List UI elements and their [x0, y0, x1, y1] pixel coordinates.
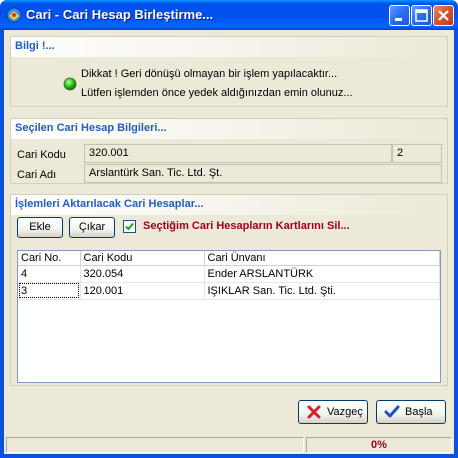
- column-header-account-code[interactable]: Cari Kodu: [80, 251, 205, 266]
- cell-account-no[interactable]: 4: [18, 265, 81, 283]
- cell-account-title[interactable]: Ender ARSLANTÜRK: [204, 265, 440, 283]
- delete-cards-checkbox[interactable]: [123, 220, 136, 233]
- info-group-header: Bilgi !...: [15, 40, 55, 52]
- cancel-label: Vazgeç: [327, 406, 363, 418]
- status-bar: 0%: [4, 435, 454, 454]
- selected-account-group: Seçilen Cari Hesap Bilgileri... Cari Kod…: [10, 118, 448, 184]
- checkmark-icon: [125, 222, 134, 231]
- status-light-icon: [63, 77, 77, 91]
- main-window: Cari - Cari Hesap Birleştirme... Bilgi !…: [0, 0, 458, 458]
- backup-notice-text: Lütfen işlemden önce yedek aldığınızdan …: [81, 87, 353, 99]
- account-code-label: Cari Kodu: [17, 149, 66, 161]
- add-button[interactable]: Ekle: [17, 217, 63, 238]
- remove-button[interactable]: Çıkar: [69, 217, 115, 238]
- accounts-grid[interactable]: Cari No. Cari Kodu Cari Ünvanı 4 320.054…: [17, 250, 441, 383]
- cell-account-code[interactable]: 320.054: [80, 265, 205, 283]
- progress-percent: 0%: [371, 439, 387, 451]
- title-bar[interactable]: Cari - Cari Hesap Birleştirme...: [0, 0, 458, 30]
- cell-account-no[interactable]: 3: [18, 282, 81, 300]
- maximize-button[interactable]: [411, 5, 432, 26]
- account-code-field: 320.001: [84, 144, 392, 163]
- start-label: Başla: [405, 406, 433, 418]
- cell-account-title[interactable]: IŞIKLAR San. Tic. Ltd. Şti.: [204, 282, 440, 300]
- minimize-icon: [395, 18, 402, 21]
- cell-account-code[interactable]: 120.001: [80, 282, 205, 300]
- maximize-icon: [415, 9, 428, 22]
- transfer-accounts-group: İşlemleri Aktarılacak Cari Hesaplar... E…: [10, 194, 448, 386]
- minimize-button[interactable]: [389, 5, 410, 26]
- account-number-field: 2: [392, 144, 442, 163]
- transfer-accounts-header: İşlemleri Aktarılacak Cari Hesaplar...: [15, 198, 204, 210]
- cancel-icon: [307, 405, 321, 419]
- app-icon: [6, 7, 22, 23]
- table-row[interactable]: 3 120.001 IŞIKLAR San. Tic. Ltd. Şti.: [18, 282, 440, 300]
- status-pane-message: [6, 437, 304, 453]
- warning-text: Dikkat ! Geri dönüşü olmayan bir işlem y…: [81, 68, 338, 80]
- account-name-label: Cari Adı: [17, 169, 57, 181]
- selected-account-header: Seçilen Cari Hesap Bilgileri...: [15, 122, 167, 134]
- column-header-account-no[interactable]: Cari No.: [18, 251, 81, 266]
- delete-cards-label[interactable]: Seçtiğim Cari Hesapların Kartlarını Sil.…: [143, 220, 350, 232]
- start-button[interactable]: Başla: [376, 400, 446, 424]
- close-icon: [438, 10, 449, 21]
- cancel-button[interactable]: Vazgeç: [298, 400, 368, 424]
- column-header-account-title[interactable]: Cari Ünvanı: [204, 251, 440, 266]
- table-row[interactable]: 4 320.054 Ender ARSLANTÜRK: [18, 265, 440, 283]
- window-title: Cari - Cari Hesap Birleştirme...: [26, 7, 214, 22]
- progress-pane: 0%: [306, 437, 452, 453]
- info-group: Bilgi !... Dikkat ! Geri dönüşü olmayan …: [10, 36, 448, 107]
- client-area: Bilgi !... Dikkat ! Geri dönüşü olmayan …: [4, 30, 454, 454]
- close-button[interactable]: [433, 5, 454, 26]
- checkmark-icon: [384, 405, 400, 418]
- account-name-field: Arslantürk San. Tic. Ltd. Şt.: [84, 164, 442, 183]
